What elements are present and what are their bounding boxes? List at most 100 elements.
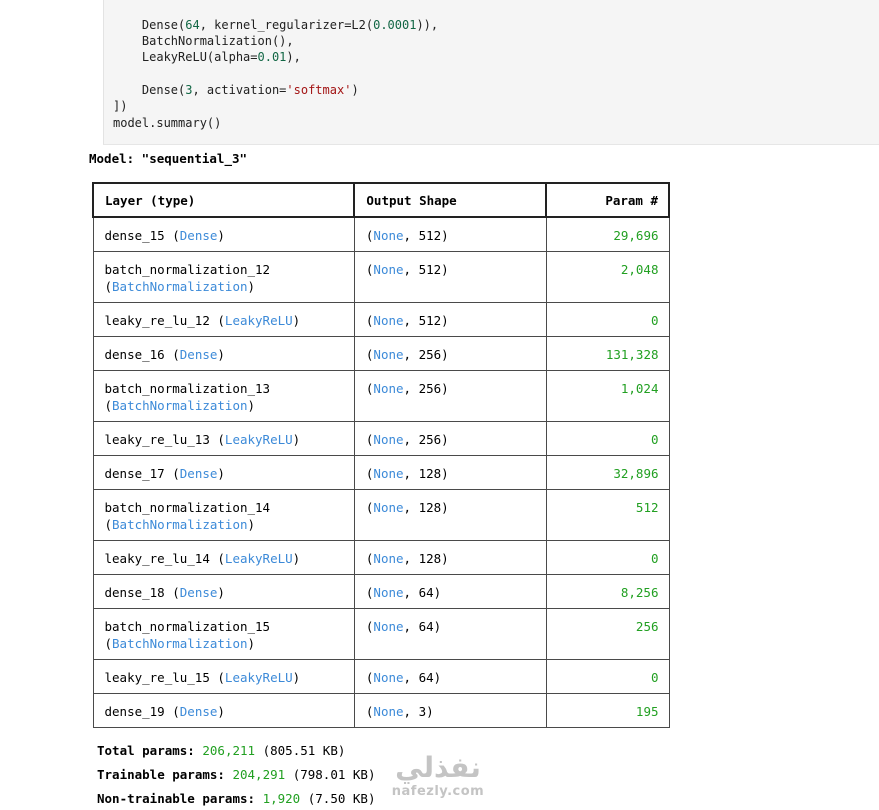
param-count-cell: 512 [545, 488, 670, 541]
param-count-cell: 0 [545, 420, 670, 456]
layer-type: Dense [179, 703, 218, 719]
table-header-row: Layer (type) Output Shape Param # [91, 182, 670, 218]
table-row: batch_normalization_13 (BatchNormalizatio… [92, 369, 670, 422]
shape-none: None [373, 618, 404, 634]
layer-cell: batch_normalization_12 (BatchNormalizatio… [92, 250, 355, 303]
shape-dim: 64 [418, 584, 434, 600]
layer-type: Dense [179, 346, 218, 362]
code-line-2: BatchNormalization(), [113, 34, 294, 48]
table-row: dense_16 (Dense) (None, 256) 131,328 [92, 335, 670, 371]
table-row: dense_19 (Dense) (None, 3) 195 [92, 692, 670, 728]
shape-none: None [373, 499, 404, 515]
model-title: Model: "sequential_3" [89, 151, 248, 166]
table-row: batch_normalization_14 (BatchNormalizatio… [92, 488, 670, 541]
layer-name: dense_17 [104, 465, 165, 481]
output-shape-cell: (None, 512) [353, 301, 547, 337]
non-trainable-params: Non-trainable params: 1,920 (7.50 KB) [97, 791, 375, 807]
shape-dim: 128 [418, 499, 442, 515]
shape-none: None [373, 465, 404, 481]
shape-dim: 128 [418, 465, 442, 481]
shape-dim: 512 [418, 261, 442, 277]
shape-dim: 512 [418, 312, 442, 328]
output-shape-cell: (None, 128) [353, 539, 547, 575]
param-count-cell: 0 [545, 658, 670, 694]
output-shape-cell: (None, 128) [353, 454, 547, 490]
non-trainable-params-value: 1,920 [262, 791, 301, 806]
shape-none: None [373, 261, 404, 277]
layer-type: LeakyReLU [224, 550, 293, 566]
output-shape-cell: (None, 512) [353, 250, 547, 303]
layer-name: leaky_re_lu_12 [104, 312, 210, 328]
shape-dim: 256 [418, 431, 442, 447]
shape-dim: 256 [418, 380, 442, 396]
shape-dim: 3 [418, 703, 427, 719]
shape-none: None [373, 584, 404, 600]
shape-dim: 64 [418, 669, 434, 685]
code-line-1: Dense(64, kernel_regularizer=L2(0.0001))… [113, 18, 439, 32]
layer-cell: dense_17 (Dense) [92, 454, 355, 490]
code-line-3: LeakyReLU(alpha=0.01), [113, 50, 301, 64]
header-layer-type: Layer (type) [91, 182, 356, 218]
table-row: dense_17 (Dense) (None, 128) 32,896 [92, 454, 670, 490]
layer-cell: leaky_re_lu_14 (LeakyReLU) [92, 539, 355, 575]
shape-none: None [373, 228, 404, 243]
layer-type: LeakyReLU [224, 312, 293, 328]
layer-type: Dense [179, 465, 218, 481]
shape-none: None [373, 380, 404, 396]
output-shape-cell: (None, 128) [353, 488, 547, 541]
param-count-cell: 256 [545, 607, 670, 660]
layer-name: dense_18 [104, 584, 165, 600]
trainable-params: Trainable params: 204,291 (798.01 KB) [97, 767, 375, 783]
non-trainable-params-size: (7.50 KB) [307, 791, 376, 806]
shape-dim: 256 [418, 346, 442, 362]
shape-none: None [373, 312, 404, 328]
layer-type: Dense [179, 584, 218, 600]
table-row: leaky_re_lu_13 (LeakyReLU) (None, 256) 0 [92, 420, 670, 456]
watermark-logo: نفذلي nafezly.com [388, 752, 488, 808]
param-count-cell: 8,256 [545, 573, 670, 609]
output-shape-cell: (None, 256) [353, 335, 547, 371]
layer-type: Dense [179, 228, 218, 243]
layer-name: batch_normalization_13 [104, 380, 271, 396]
output-shape-cell: (None, 64) [353, 658, 547, 694]
shape-none: None [373, 431, 404, 447]
shape-dim: 512 [418, 228, 442, 243]
total-params-size: (805.51 KB) [262, 743, 346, 758]
non-trainable-params-label: Non-trainable params: [97, 791, 256, 806]
shape-none: None [373, 346, 404, 362]
total-params: Total params: 206,211 (805.51 KB) [97, 743, 345, 759]
layer-name: leaky_re_lu_14 [104, 550, 210, 566]
layer-name: leaky_re_lu_15 [104, 669, 210, 685]
code-line-5: Dense(3, activation='softmax') [113, 83, 359, 97]
code-cell[interactable]: Dense(64, kernel_regularizer=L2(0.0001))… [103, 0, 879, 145]
layer-type: BatchNormalization [112, 516, 248, 532]
param-count-cell: 2,048 [545, 250, 670, 303]
output-shape-cell: (None, 64) [353, 607, 547, 660]
param-count-cell: 195 [545, 692, 670, 728]
output-shape-cell: (None, 256) [353, 420, 547, 456]
layer-cell: leaky_re_lu_13 (LeakyReLU) [92, 420, 355, 456]
table-row: leaky_re_lu_15 (LeakyReLU) (None, 64) 0 [92, 658, 670, 694]
layer-name: dense_19 [104, 703, 165, 719]
code-line-6: ]) [113, 99, 128, 113]
table-row: leaky_re_lu_14 (LeakyReLU) (None, 128) 0 [92, 539, 670, 575]
table-row: dense_18 (Dense) (None, 64) 8,256 [92, 573, 670, 609]
table-row: dense_15 (Dense) (None, 512) 29,696 [92, 216, 670, 252]
header-param-count: Param # [545, 182, 670, 218]
output-shape-cell: (None, 3) [353, 692, 547, 728]
layer-name: batch_normalization_12 [104, 261, 271, 277]
trainable-params-value: 204,291 [232, 767, 286, 782]
total-params-label: Total params: [97, 743, 195, 758]
output-shape-cell: (None, 64) [353, 573, 547, 609]
output-shape-cell: (None, 256) [353, 369, 547, 422]
layer-cell: dense_16 (Dense) [92, 335, 355, 371]
layer-cell: batch_normalization_14 (BatchNormalizatio… [92, 488, 355, 541]
layer-cell: dense_15 (Dense) [92, 216, 355, 252]
table-row: batch_normalization_15 (BatchNormalizatio… [92, 607, 670, 660]
table-row: leaky_re_lu_12 (LeakyReLU) (None, 512) 0 [92, 301, 670, 337]
param-count-cell: 131,328 [545, 335, 670, 371]
layer-name: dense_15 [104, 228, 165, 243]
total-params-value: 206,211 [202, 743, 256, 758]
param-count-cell: 32,896 [545, 454, 670, 490]
layer-type: BatchNormalization [112, 635, 248, 651]
